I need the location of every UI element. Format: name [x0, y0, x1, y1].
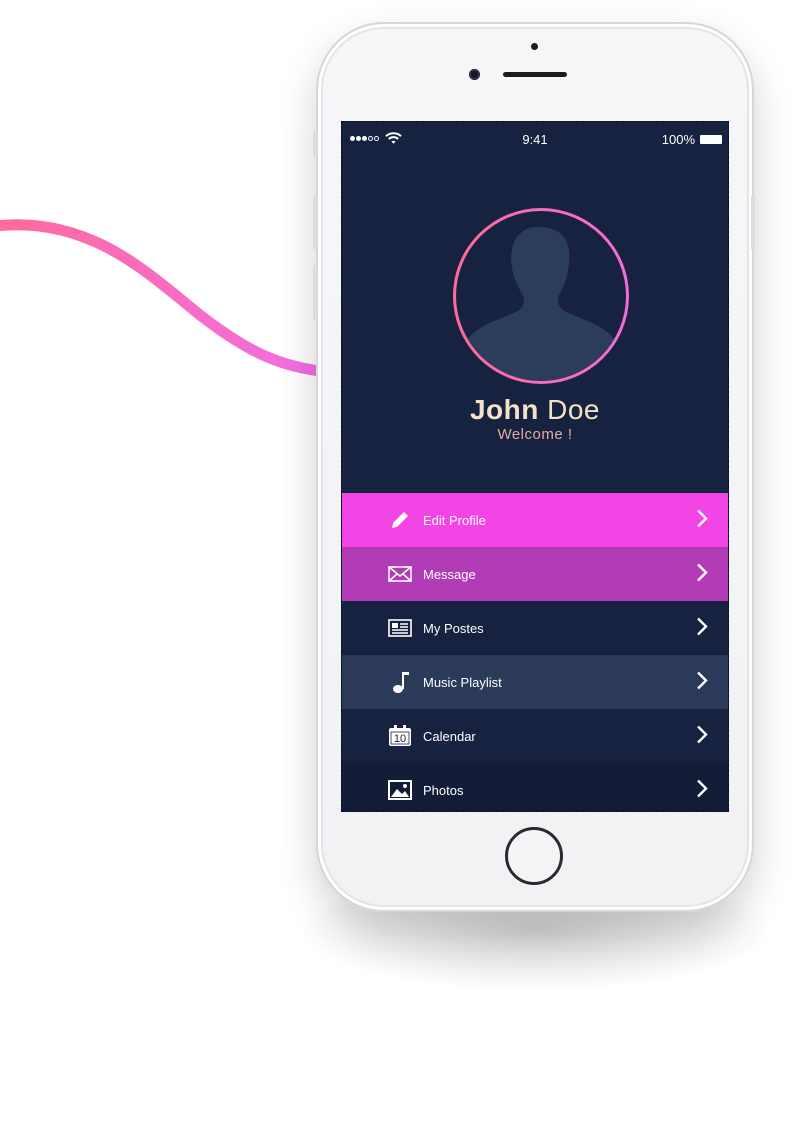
chevron-right-icon: [696, 779, 708, 801]
chevron-right-icon: [696, 671, 708, 693]
front-camera: [469, 69, 480, 80]
menu-item-label: Edit Profile: [423, 512, 486, 528]
chevron-right-icon: [696, 725, 708, 747]
newspaper-icon: [388, 617, 412, 639]
envelope-icon: [388, 563, 412, 585]
user-name: John Doe: [342, 394, 728, 426]
menu-item-message[interactable]: Message: [342, 547, 728, 601]
mute-switch: [313, 130, 317, 158]
chevron-right-icon: [696, 617, 708, 639]
app-screen: 9:41 100% John Doe Welcome ! Edit Profil…: [341, 121, 729, 812]
proximity-sensor: [531, 43, 538, 50]
menu-item-photos[interactable]: Photos: [342, 763, 728, 811]
earpiece-speaker: [503, 72, 567, 77]
avatar[interactable]: [453, 208, 629, 384]
menu-item-edit-profile[interactable]: Edit Profile: [342, 493, 728, 547]
welcome-text: Welcome !: [497, 426, 573, 443]
volume-up-button: [313, 195, 317, 250]
menu-item-label: Photos: [423, 782, 464, 798]
user-silhouette-icon: [466, 226, 616, 381]
menu-item-label: Message: [423, 566, 476, 582]
menu-item-calendar[interactable]: 10 Calendar: [342, 709, 728, 763]
calendar-icon-day: 10: [393, 733, 407, 745]
avatar-inner: [456, 211, 626, 381]
chevron-right-icon: [696, 563, 708, 585]
power-button: [751, 195, 755, 250]
menu-item-my-postes[interactable]: My Postes: [342, 601, 728, 655]
status-right: 100%: [662, 132, 722, 147]
menu-item-label: Music Playlist: [423, 674, 502, 690]
home-button[interactable]: [505, 827, 563, 885]
menu-item-label: My Postes: [423, 620, 484, 636]
photo-icon: [388, 779, 412, 801]
pencil-icon: [388, 509, 412, 531]
status-bar: 9:41 100%: [342, 130, 728, 150]
last-name: Doe: [547, 394, 601, 425]
volume-down-button: [313, 265, 317, 320]
menu-item-music-playlist[interactable]: Music Playlist: [342, 655, 728, 709]
menu-list: Edit Profile Message My Postes Music Pla…: [342, 493, 728, 811]
chevron-right-icon: [696, 509, 708, 531]
menu-item-label: Calendar: [423, 728, 476, 744]
music-note-icon: [388, 671, 412, 693]
battery-icon: [700, 135, 722, 144]
calendar-icon: 10: [388, 725, 412, 747]
first-name: John: [469, 394, 539, 425]
battery-percentage: 100%: [661, 132, 695, 147]
